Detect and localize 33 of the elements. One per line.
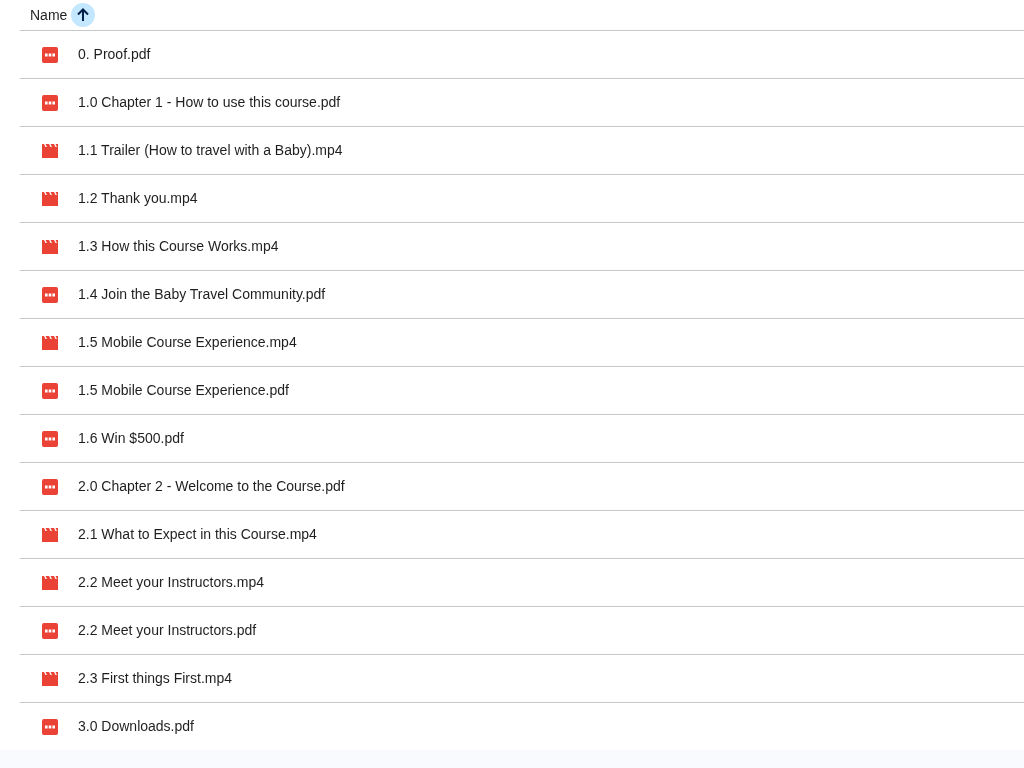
- column-header[interactable]: Name: [30, 4, 68, 26]
- file-name[interactable]: 1.5 Mobile Course Experience.pdf: [78, 380, 289, 401]
- file-name[interactable]: 2.3 First things First.mp4: [78, 668, 233, 689]
- file-type-icon: [42, 478, 58, 495]
- file-type-icon: [42, 286, 58, 303]
- clapperboard-icon: [42, 527, 58, 542]
- file-name[interactable]: 0. Proof.pdf: [78, 44, 151, 65]
- file-type-icon: [42, 718, 58, 735]
- sort-button[interactable]: [71, 3, 96, 27]
- clapperboard-icon: [42, 335, 58, 350]
- file-name[interactable]: 2.1 What to Expect in this Course.mp4: [78, 524, 317, 545]
- file-type-icon: [42, 94, 58, 111]
- file-type-icon: [42, 46, 58, 63]
- file-name[interactable]: 1.4 Join the Baby Travel Community.pdf: [78, 284, 326, 305]
- file-type-icon: [42, 430, 58, 447]
- file-name[interactable]: 1.3 How this Course Works.mp4: [78, 236, 279, 257]
- clapperboard-icon: [42, 239, 58, 254]
- file-name[interactable]: 3.0 Downloads.pdf: [78, 716, 194, 737]
- file-name[interactable]: 1.5 Mobile Course Experience.mp4: [78, 332, 297, 353]
- clapperboard-icon: [42, 575, 58, 590]
- file-name[interactable]: 2.0 Chapter 2 - Welcome to the Course.pdf: [78, 476, 345, 497]
- file-name[interactable]: 1.0 Chapter 1 - How to use this course.pdf: [78, 92, 341, 113]
- file-type-icon: [42, 382, 58, 399]
- file-name[interactable]: 1.2 Thank you.mp4: [78, 188, 198, 209]
- file-type-icon: [42, 622, 58, 639]
- arrow-up-icon: [77, 8, 90, 22]
- file-name[interactable]: 1.6 Win $500.pdf: [78, 428, 184, 449]
- clapperboard-icon: [42, 191, 58, 206]
- clapperboard-icon: [42, 671, 58, 686]
- clapperboard-icon: [42, 143, 58, 158]
- file-name[interactable]: 2.2 Meet your Instructors.mp4: [78, 572, 264, 593]
- file-name[interactable]: 1.1 Trailer (How to travel with a Baby).mp4: [78, 140, 343, 161]
- file-name[interactable]: 2.2 Meet your Instructors.pdf: [78, 620, 257, 641]
